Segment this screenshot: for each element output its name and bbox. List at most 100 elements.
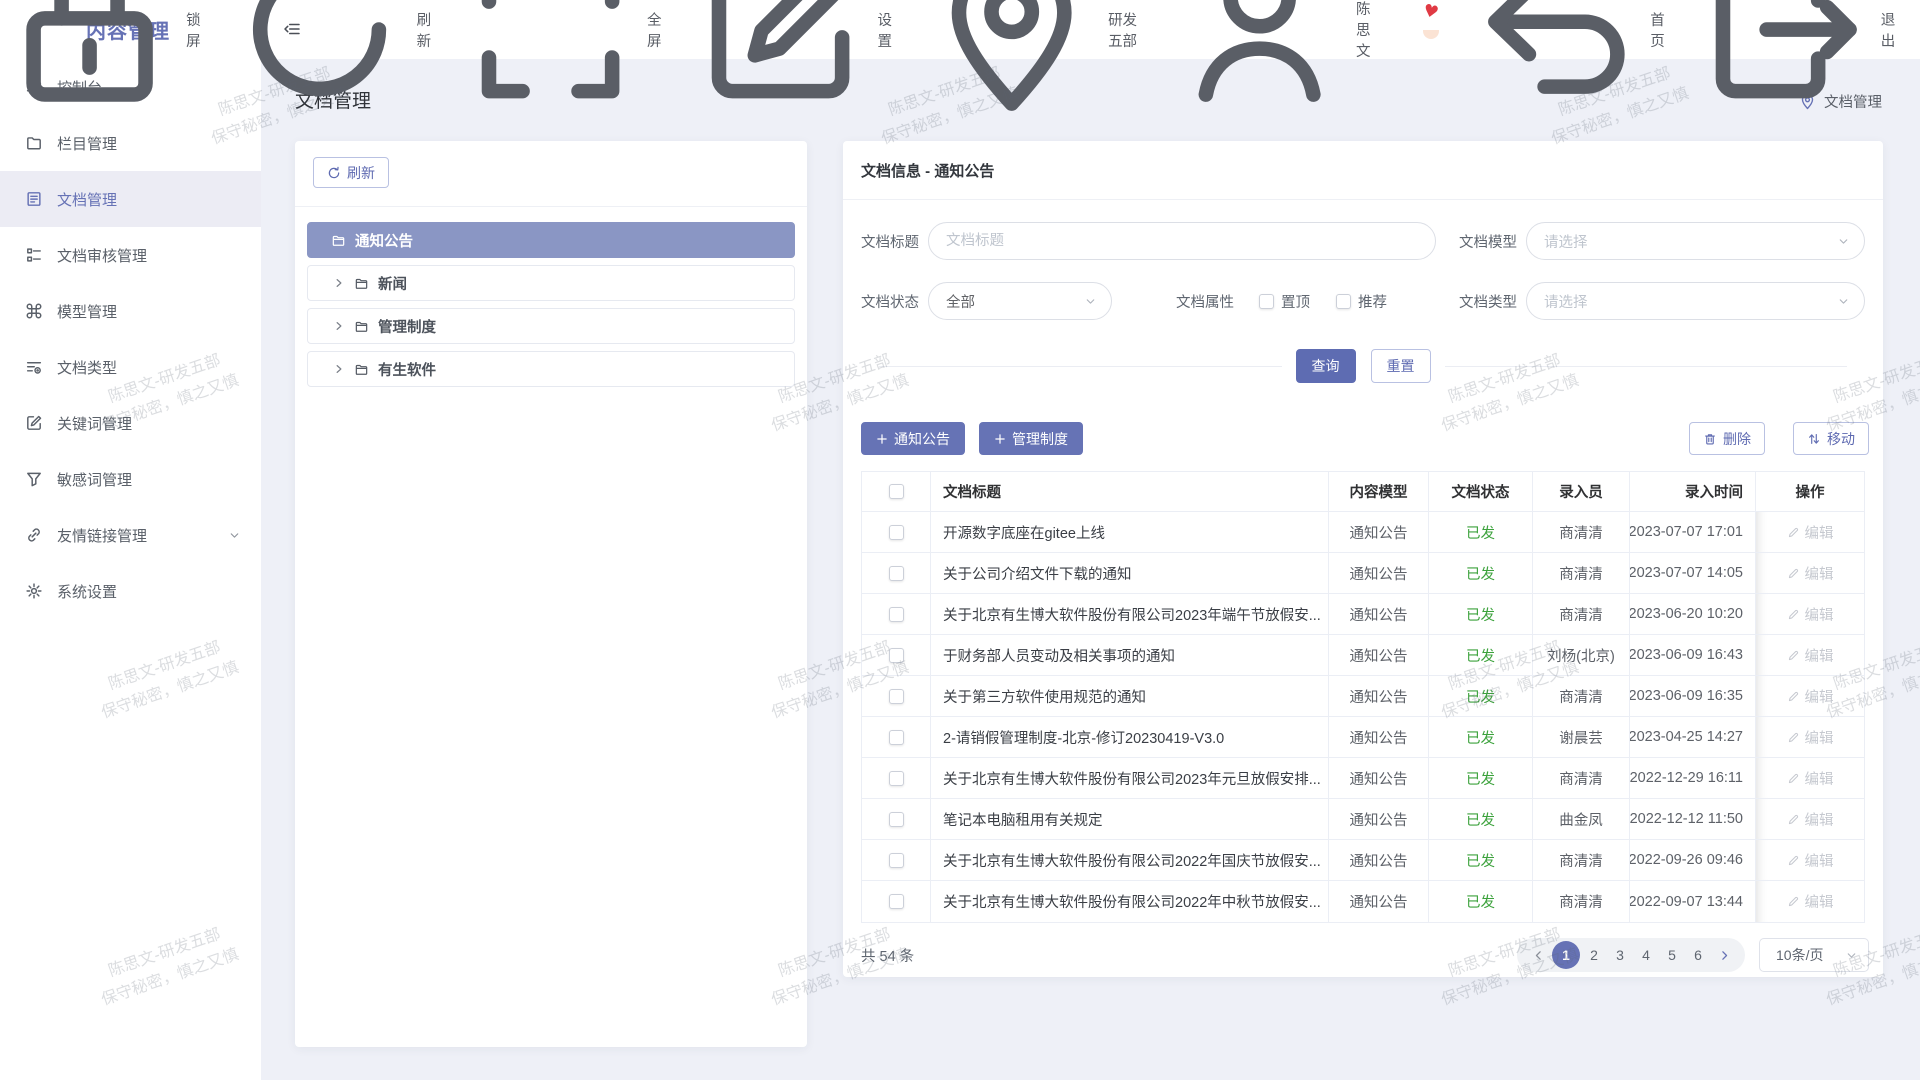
table-body: 开源数字底座在gitee上线 通知公告 已发 商清清 2023-07-07 17… <box>862 512 1864 922</box>
next-page-icon[interactable] <box>1713 938 1735 972</box>
reset-button[interactable]: 重置 <box>1371 349 1431 383</box>
pencil-icon <box>1787 526 1800 539</box>
add-notice-button[interactable]: 通知公告 <box>861 422 965 455</box>
edit-button[interactable]: 编辑 <box>1787 522 1834 543</box>
doc-model-cell: 通知公告 <box>1329 676 1429 717</box>
sidebar-item[interactable]: 文档管理 <box>0 171 261 227</box>
doc-title-input[interactable] <box>928 222 1436 260</box>
row-checkbox[interactable] <box>889 853 904 868</box>
doc-status-badge: 已发 <box>1429 594 1533 635</box>
page-number[interactable]: 3 <box>1607 938 1633 972</box>
header-action[interactable]: 退出 <box>1695 0 1898 119</box>
table-toolbar: 通知公告 管理制度 删除 移动 <box>843 422 1883 455</box>
folder-icon <box>354 319 369 334</box>
header-action[interactable]: 首页 <box>1464 0 1667 119</box>
page-size-select[interactable]: 10条/页 <box>1759 938 1869 972</box>
add-rule-button[interactable]: 管理制度 <box>979 422 1083 455</box>
doc-time-cell: 2023-06-20 10:20 <box>1630 594 1756 635</box>
tree-item[interactable]: 新闻 <box>307 265 795 301</box>
folder-icon <box>354 362 369 377</box>
sidebar-item[interactable]: 文档审核管理 <box>0 227 261 283</box>
doc-status-badge: 已发 <box>1429 553 1533 594</box>
edit-button[interactable]: 编辑 <box>1787 891 1834 912</box>
select-all-checkbox[interactable] <box>889 484 904 499</box>
row-checkbox[interactable] <box>889 525 904 540</box>
page-number[interactable]: 6 <box>1685 938 1711 972</box>
edit-button[interactable]: 编辑 <box>1787 727 1834 748</box>
tree-item[interactable]: 管理制度 <box>307 308 795 344</box>
doc-status-label: 文档状态 <box>861 291 919 312</box>
sidebar-item[interactable]: 文档类型 <box>0 339 261 395</box>
header-action[interactable]: 研发五部 <box>922 0 1143 119</box>
search-button[interactable]: 查询 <box>1296 349 1356 383</box>
edit-button[interactable]: 编辑 <box>1787 768 1834 789</box>
row-checkbox[interactable] <box>889 894 904 909</box>
filter-row-1: 文档标题 文档模型 请选择 <box>861 222 1865 260</box>
page-number[interactable]: 5 <box>1659 938 1685 972</box>
total-count: 共 54 条 <box>861 945 914 966</box>
edit-button[interactable]: 编辑 <box>1787 686 1834 707</box>
edit-square-icon <box>691 0 870 119</box>
header-actions: 锁屏 刷新 全屏 设置 研发五部 陈思文 ♥首页退出 <box>0 0 1898 59</box>
doc-title-cell: 于财务部人员变动及相关事项的通知 <box>931 635 1329 676</box>
table-row: 关于北京有生博大软件股份有限公司2023年元旦放假安排... 通知公告 已发 商… <box>862 758 1864 799</box>
doc-type-icon <box>25 358 43 376</box>
doc-operator-cell: 谢晨芸 <box>1533 717 1630 758</box>
user-avatar[interactable]: ♥ <box>1411 10 1435 50</box>
row-checkbox[interactable] <box>889 648 904 663</box>
row-checkbox[interactable] <box>889 607 904 622</box>
sidebar-item[interactable]: 系统设置 <box>0 563 261 619</box>
chevron-down-icon <box>228 529 241 542</box>
doc-operator-cell: 商清清 <box>1533 881 1630 922</box>
header-action[interactable]: 陈思文 <box>1170 0 1382 119</box>
doc-status-badge: 已发 <box>1429 799 1533 840</box>
doc-title-cell: 关于第三方软件使用规范的通知 <box>931 676 1329 717</box>
sidebar-item[interactable]: 友情链接管理 <box>0 507 261 563</box>
doc-status-badge: 已发 <box>1429 635 1533 676</box>
doc-type-select[interactable]: 请选择 <box>1526 282 1865 320</box>
header-action[interactable]: 设置 <box>691 0 894 119</box>
edit-button[interactable]: 编辑 <box>1787 563 1834 584</box>
doc-title-cell: 关于北京有生博大软件股份有限公司2022年国庆节放假安... <box>931 840 1329 881</box>
page-number[interactable]: 1 <box>1552 941 1580 969</box>
doc-model-select[interactable]: 请选择 <box>1526 222 1865 260</box>
doc-operator-cell: 商清清 <box>1533 676 1630 717</box>
row-checkbox[interactable] <box>889 812 904 827</box>
doc-operator-cell: 刘杨(北京) <box>1533 635 1630 676</box>
doc-time-cell: 2022-12-29 16:11 <box>1630 758 1756 799</box>
doc-title-cell: 关于公司介绍文件下载的通知 <box>931 553 1329 594</box>
page-number[interactable]: 4 <box>1633 938 1659 972</box>
table-row: 于财务部人员变动及相关事项的通知 通知公告 已发 刘杨(北京) 2023-06-… <box>862 635 1864 676</box>
row-checkbox[interactable] <box>889 689 904 704</box>
attr-recommend-checkbox[interactable]: 推荐 <box>1336 291 1387 312</box>
attr-top-checkbox[interactable]: 置顶 <box>1259 291 1310 312</box>
row-checkbox[interactable] <box>889 566 904 581</box>
edit-button[interactable]: 编辑 <box>1787 604 1834 625</box>
sidebar-item[interactable]: 栏目管理 <box>0 115 261 171</box>
sidebar-item[interactable]: 敏感词管理 <box>0 451 261 507</box>
header-action[interactable]: 全屏 <box>461 0 664 119</box>
document-icon <box>25 190 43 208</box>
refresh-tree-button[interactable]: 刷新 <box>313 157 389 188</box>
doc-title-cell: 关于北京有生博大软件股份有限公司2023年端午节放假安... <box>931 594 1329 635</box>
chevron-right-icon <box>333 277 345 289</box>
checkbox[interactable] <box>1259 294 1274 309</box>
header-action[interactable]: 锁屏 <box>0 0 203 119</box>
edit-button[interactable]: 编辑 <box>1787 850 1834 871</box>
move-button[interactable]: 移动 <box>1793 422 1869 455</box>
prev-page-icon[interactable] <box>1527 938 1549 972</box>
delete-button[interactable]: 删除 <box>1689 422 1765 455</box>
sidebar-item[interactable]: 关键词管理 <box>0 395 261 451</box>
edit-button[interactable]: 编辑 <box>1787 645 1834 666</box>
row-checkbox[interactable] <box>889 771 904 786</box>
doc-status-select[interactable]: 全部 <box>928 282 1112 320</box>
sidebar-item[interactable]: 模型管理 <box>0 283 261 339</box>
tree-item[interactable]: 有生软件 <box>307 351 795 387</box>
refresh-icon <box>230 0 409 119</box>
row-checkbox[interactable] <box>889 730 904 745</box>
tree-item[interactable]: 通知公告 <box>307 222 795 258</box>
page-number[interactable]: 2 <box>1581 938 1607 972</box>
checkbox[interactable] <box>1336 294 1351 309</box>
header-action[interactable]: 刷新 <box>230 0 433 119</box>
edit-button[interactable]: 编辑 <box>1787 809 1834 830</box>
